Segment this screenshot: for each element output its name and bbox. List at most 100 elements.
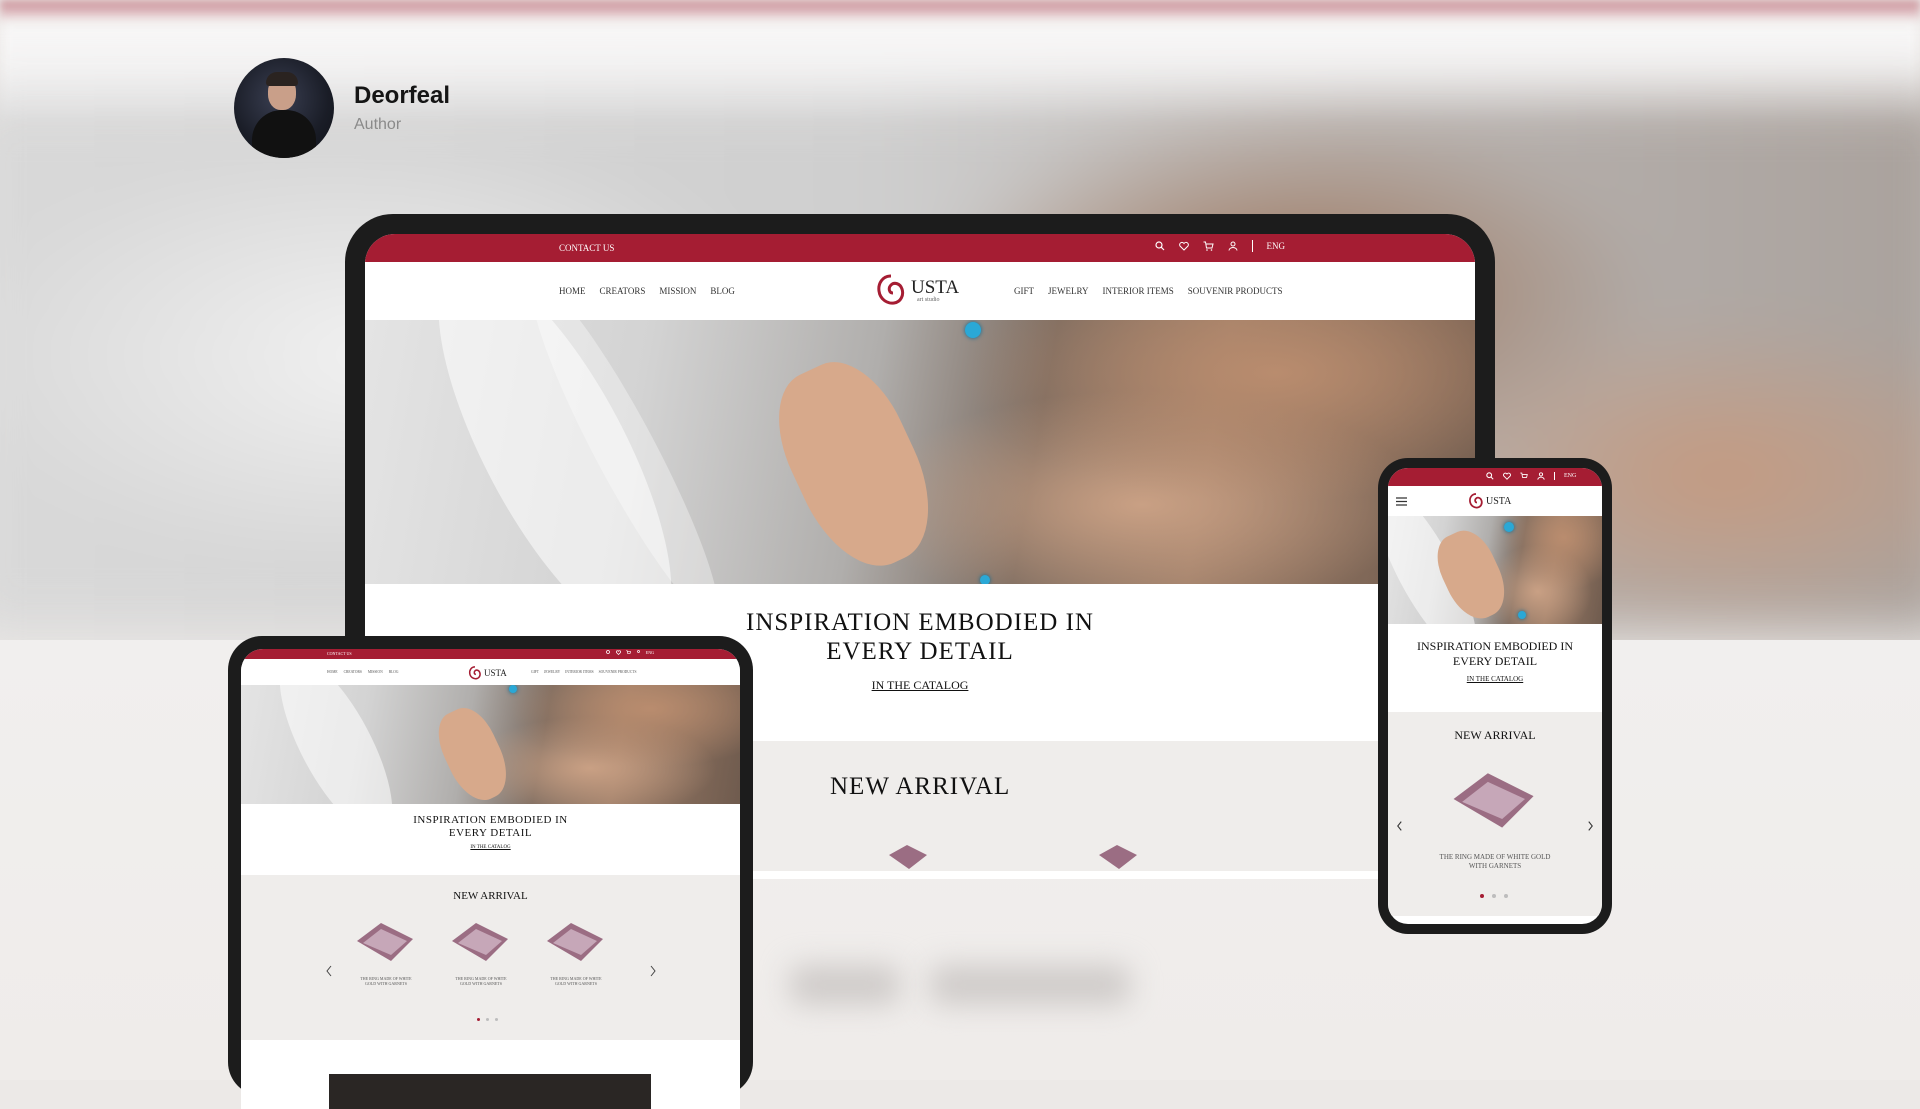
product-card[interactable]: THE RING MADE OF WHITE GOLD WITH GARNETS bbox=[441, 915, 521, 986]
divider bbox=[1554, 472, 1555, 480]
product-ring-image bbox=[1453, 773, 1534, 828]
nav-jewelry[interactable]: JEWELRY bbox=[544, 670, 560, 674]
author-role: Author bbox=[354, 116, 402, 133]
nav-creators[interactable]: CREATORS bbox=[600, 286, 646, 296]
nav-mission[interactable]: MISSION bbox=[368, 670, 383, 674]
product-title: THE RING MADE OF WHITE GOLD WITH GARNETS bbox=[550, 976, 602, 986]
cart-icon[interactable] bbox=[625, 650, 631, 655]
new-arrival-title: NEW ARRIVAL bbox=[453, 890, 528, 902]
product-ring-image bbox=[547, 923, 603, 961]
hero-image bbox=[241, 685, 740, 804]
search-icon[interactable] bbox=[1154, 241, 1165, 251]
nav-blog[interactable]: BLOG bbox=[389, 670, 399, 674]
site-topbar: CONTACT US ENG bbox=[365, 234, 1475, 262]
carousel-dot[interactable] bbox=[486, 1018, 489, 1021]
background-topbar bbox=[0, 0, 1920, 22]
contact-us-link[interactable]: CONTACT US bbox=[559, 243, 614, 253]
product-card[interactable]: THE RING MADE OF WHITE GOLD WITH GARNETS bbox=[536, 915, 616, 986]
product-card[interactable]: THE RING MADE OF WHITE GOLD WITH GARNETS bbox=[1422, 760, 1568, 871]
hero-text-block: INSPIRATION EMBODIED IN EVERY DETAIL IN … bbox=[241, 804, 740, 875]
search-icon[interactable] bbox=[605, 650, 611, 655]
product-ring-image bbox=[357, 923, 413, 961]
catalog-link[interactable]: IN THE CATALOG bbox=[241, 845, 740, 850]
tablet-screen: CONTACT US ENG HOME CREATORS MISSION BLO… bbox=[241, 649, 740, 1109]
carousel-dot[interactable] bbox=[1492, 894, 1496, 898]
nav-mission[interactable]: MISSION bbox=[659, 286, 696, 296]
site-logo[interactable]: USTA art studio bbox=[875, 272, 959, 308]
search-icon[interactable] bbox=[1486, 472, 1494, 480]
catalog-link[interactable]: IN THE CATALOG bbox=[1388, 675, 1602, 683]
hero-image bbox=[1388, 516, 1602, 624]
chevron-left-icon[interactable] bbox=[1396, 820, 1403, 832]
phone-mockup: ENG USTA INSPIRATION EMBODIED IN EVERY D… bbox=[1378, 458, 1612, 934]
user-icon[interactable] bbox=[1537, 472, 1545, 480]
nav-creators[interactable]: CREATORS bbox=[344, 670, 362, 674]
chevron-left-icon[interactable] bbox=[325, 965, 333, 977]
background-blur-shape bbox=[930, 965, 1130, 1005]
user-icon[interactable] bbox=[636, 650, 641, 655]
nav-souvenir-products[interactable]: SOUVENIR PRODUCTS bbox=[599, 670, 637, 674]
avatar bbox=[234, 58, 334, 158]
product-title: THE RING MADE OF WHITE GOLD WITH GARNETS bbox=[455, 976, 507, 986]
logo-name: USTA bbox=[911, 276, 960, 298]
chevron-right-icon[interactable] bbox=[1587, 820, 1594, 832]
nav-jewelry[interactable]: JEWELRY bbox=[1048, 286, 1089, 296]
nav-blog[interactable]: BLOG bbox=[710, 286, 735, 296]
product-card[interactable]: THE RING MADE OF WHITE GOLD WITH GARNETS bbox=[346, 915, 426, 986]
new-arrival-section: NEW ARRIVAL THE RING MADE OF WHITE GOLD W… bbox=[241, 875, 740, 1040]
product-ring-image bbox=[1099, 845, 1137, 869]
site-nav: HOME CREATORS MISSION BLOG USTA art stud… bbox=[365, 262, 1475, 320]
chevron-right-icon[interactable] bbox=[649, 965, 657, 977]
product-ring-image bbox=[889, 845, 927, 869]
product-ring-image bbox=[452, 923, 508, 961]
next-section-image bbox=[329, 1074, 651, 1109]
site-nav: HOME CREATORS MISSION BLOG USTA GIFT JEW… bbox=[241, 659, 740, 685]
menu-icon[interactable] bbox=[1396, 497, 1407, 506]
author-card: Deorfeal Author bbox=[234, 58, 450, 158]
tablet-mockup: CONTACT US ENG HOME CREATORS MISSION BLO… bbox=[228, 636, 753, 1109]
product-title: THE RING MADE OF WHITE GOLD WITH GARNETS bbox=[360, 976, 412, 986]
site-topbar: CONTACT US ENG bbox=[241, 649, 740, 659]
spiral-logo-icon bbox=[877, 274, 905, 305]
spiral-logo-icon bbox=[468, 666, 481, 680]
carousel-dot[interactable] bbox=[1480, 894, 1484, 898]
hero-text-block: INSPIRATION EMBODIED IN EVERY DETAIL IN … bbox=[1388, 624, 1602, 712]
nav-home[interactable]: HOME bbox=[327, 670, 338, 674]
nav-interior-items[interactable]: INTERIOR ITEMS bbox=[565, 670, 593, 674]
divider bbox=[1251, 240, 1253, 252]
hero-title: INSPIRATION EMBODIED IN EVERY DETAIL bbox=[1417, 639, 1573, 668]
heart-icon[interactable] bbox=[1178, 241, 1189, 251]
user-icon[interactable] bbox=[1228, 241, 1238, 251]
contact-us-link[interactable]: CONTACT US bbox=[327, 651, 352, 656]
heart-icon[interactable] bbox=[615, 650, 621, 655]
new-arrival-title: NEW ARRIVAL bbox=[830, 773, 1011, 800]
logo-name: USTA bbox=[484, 668, 507, 678]
hero-title: INSPIRATION EMBODIED IN EVERY DETAIL bbox=[413, 814, 568, 839]
carousel-dot[interactable] bbox=[477, 1018, 480, 1021]
carousel-dot[interactable] bbox=[495, 1018, 498, 1021]
site-topbar: ENG bbox=[1388, 468, 1602, 486]
nav-interior-items[interactable]: INTERIOR ITEMS bbox=[1103, 286, 1174, 296]
hero-image bbox=[365, 320, 1475, 584]
nav-gift[interactable]: GIFT bbox=[531, 670, 539, 674]
site-logo[interactable]: USTA bbox=[1468, 492, 1511, 510]
carousel-dot[interactable] bbox=[1504, 894, 1508, 898]
cart-icon[interactable] bbox=[1203, 241, 1214, 251]
language-selector[interactable]: ENG bbox=[1267, 241, 1286, 251]
heart-icon[interactable] bbox=[1503, 472, 1511, 480]
site-logo[interactable]: USTA bbox=[468, 665, 507, 681]
site-nav: USTA bbox=[1388, 486, 1602, 516]
nav-gift[interactable]: GIFT bbox=[1014, 286, 1034, 296]
new-arrival-section: NEW ARRIVAL THE RING MADE OF WHITE GOLD W… bbox=[1388, 712, 1602, 916]
nav-souvenir-products[interactable]: SOUVENIR PRODUCTS bbox=[1188, 286, 1283, 296]
language-selector[interactable]: ENG bbox=[1564, 473, 1576, 479]
carousel-dots bbox=[477, 1018, 498, 1021]
nav-home[interactable]: HOME bbox=[559, 286, 586, 296]
product-title: THE RING MADE OF WHITE GOLD WITH GARNETS bbox=[1439, 853, 1551, 870]
language-selector[interactable]: ENG bbox=[646, 650, 654, 655]
background-blur-shape bbox=[790, 965, 900, 1005]
new-arrival-title: NEW ARRIVAL bbox=[1454, 728, 1536, 742]
logo-name: USTA bbox=[1486, 495, 1512, 507]
cart-icon[interactable] bbox=[1520, 472, 1528, 480]
spiral-logo-icon bbox=[1469, 493, 1483, 509]
